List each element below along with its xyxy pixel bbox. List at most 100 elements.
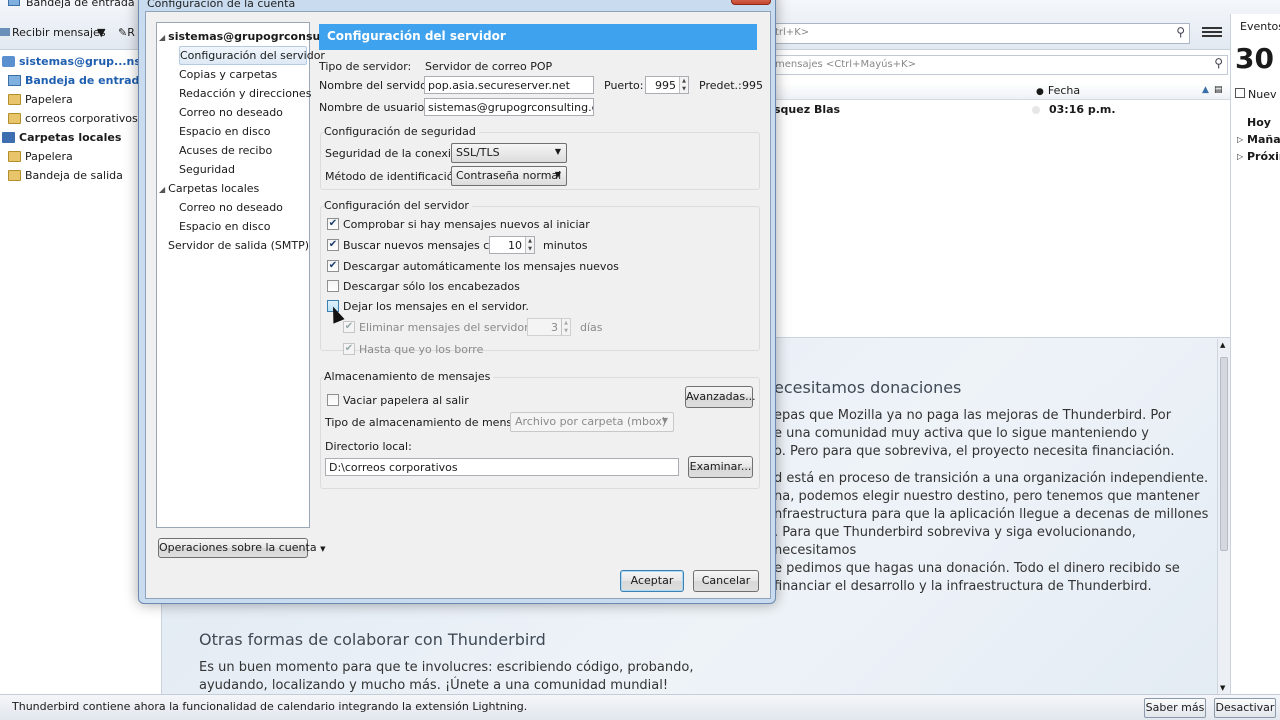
get-messages-button[interactable]: Recibir mensajes [0,26,106,39]
default-port-label: Predet.: [699,79,742,92]
port-label: Puerto: [604,79,644,92]
delete-after-label: Eliminar mensajes del servidor tras [359,321,554,334]
write-button[interactable]: ✎R [118,26,135,39]
status-message: Thunderbird contiene ahora la funcionali… [12,700,528,713]
check-every-checkbox[interactable]: ✔ [327,239,339,251]
tree-item-label: Redacción y direcciones [179,87,312,100]
until-deleted-checkbox[interactable]: ✔ [343,343,355,355]
content-scrollbar[interactable]: ▲ ▼ [1217,339,1230,694]
account-icon [2,56,15,67]
advanced-button[interactable]: Avanzadas... [685,386,756,408]
check-every-label[interactable]: Buscar nuevos mensajes cada [343,239,510,252]
tree-item[interactable]: Seguridad [179,160,307,179]
folder-item[interactable]: correos corporativos.avi [8,109,158,128]
server-settings-group-title: Configuración del servidor [324,199,472,212]
events-group-tomorrow[interactable]: ▷Mañan [1237,131,1280,148]
hamburger-menu-icon [1202,27,1222,37]
clock-icon: ● [1036,87,1044,97]
events-group-upcoming[interactable]: ▷Próxim [1237,148,1280,165]
folder-item[interactable]: Papelera [8,147,73,166]
check-startup-checkbox[interactable]: ✔ [327,218,339,230]
server-type-value: Servidor de correo POP [425,60,553,73]
ok-button[interactable]: Aceptar [620,570,684,592]
tree-item[interactable]: Redacción y direcciones [179,84,311,103]
folder-icon [8,113,21,124]
headers-only-checkbox[interactable] [327,280,339,292]
scroll-up-icon[interactable]: ▲ [1220,341,1225,349]
check-startup-label[interactable]: Comprobar si hay mensajes nuevos al inic… [343,218,590,231]
account-operations-button[interactable]: Operaciones sobre la cuenta ▼ [158,538,325,558]
delete-after-checkbox[interactable]: ✔ [343,321,355,333]
chevron-down-icon: ▼ [554,147,561,156]
tree-item-label: Acuses de recibo [179,144,273,157]
learn-more-button[interactable]: Saber más [1144,698,1206,718]
inbox-icon [8,0,20,6]
minutes-label: minutos [543,239,588,252]
tree-item[interactable]: Correo no deseado [179,198,307,217]
check-every-input[interactable]: 10 ▲ ▼ [489,236,535,254]
chevron-down-icon: ▼ [661,416,668,425]
date-column-header[interactable]: ● Fecha [1036,84,1080,97]
server-name-input[interactable]: pop.asia.secureserver.net [424,76,594,94]
browse-button[interactable]: Examinar... [688,456,753,478]
chevron-right-icon: ▷ [1237,135,1244,144]
storage-type-select[interactable]: Archivo por carpeta (mbox) ▼ [510,412,674,432]
port-spinner[interactable]: ▲ ▼ [679,77,688,93]
app-menu-button[interactable] [1202,24,1222,42]
chevron-down-icon: ▼ [554,170,561,179]
top-folder-row[interactable]: Bandeja de entrada [8,0,135,9]
quick-filter-input[interactable]: mensajes <Ctrl+Mayús+K> ⚲ [770,55,1228,75]
local-dir-input[interactable]: D:\correos corporativos [325,458,679,476]
empty-trash-label[interactable]: Vaciar papelera al salir [343,394,469,407]
get-messages-dropdown[interactable]: ▼ [97,26,105,39]
folder-item[interactable]: Papelera [8,90,73,109]
expand-twisty-icon[interactable]: ◢ [159,33,165,42]
tree-item[interactable]: ◢ Carpetas locales [159,179,307,198]
collaborate-paragraph: Es un buen momento para que te involucre… [199,660,694,693]
tree-item-selected[interactable]: Configuración del servidor [179,46,325,65]
dialog-body: ◢ sistemas@grupogrconsulti... Configuració… [145,11,771,599]
chevron-right-icon: ▷ [1237,152,1244,161]
events-pane: Eventos 30 Nuev Hoy ▷Mañan ▷Próxim [1230,14,1280,694]
leave-on-server-label[interactable]: Dejar los mensajes en el servidor. [343,300,529,313]
tree-item[interactable]: Acuses de recibo [179,141,307,160]
cancel-button[interactable]: Cancelar [693,570,759,592]
empty-trash-checkbox[interactable] [327,394,339,406]
headers-only-label[interactable]: Descargar sólo los encabezados [343,280,520,293]
connection-security-label: Seguridad de la conexión: [325,147,469,160]
folder-item[interactable]: Carpetas locales [2,128,121,147]
today-day-number: 30 [1235,42,1274,75]
scroll-down-icon[interactable]: ▼ [1220,684,1225,692]
tree-item[interactable]: ◢ sistemas@grupogrconsulti... [159,27,346,46]
expand-twisty-icon[interactable]: ◢ [159,185,165,194]
global-search-input[interactable]: trl+K> ⚲ [770,23,1190,44]
tree-item[interactable]: Espacio en disco [179,122,307,141]
tree-item-label: Espacio en disco [179,220,271,233]
search-icon: ⚲ [1214,56,1223,70]
security-group-title: Configuración de seguridad [324,125,479,138]
username-input[interactable]: sistemas@grupogrconsulting.com [424,98,594,116]
connection-security-select[interactable]: SSL/TLS ▼ [451,143,567,163]
close-button[interactable]: ✕ [731,0,771,5]
tree-item[interactable]: Servidor de salida (SMTP) [168,236,309,255]
delete-after-input[interactable]: 3 ▲ ▼ [527,318,571,336]
events-group-today[interactable]: Hoy [1247,114,1280,131]
auto-download-label[interactable]: Descargar automáticamente los mensajes n… [343,260,619,273]
column-picker-icon[interactable]: ▤ [1214,85,1223,95]
delete-after-spinner[interactable]: ▲ ▼ [561,319,570,335]
pencil-icon: ✎ [118,26,128,39]
events-tab[interactable]: Eventos [1240,20,1280,33]
tree-item-label: Copias y carpetas [179,68,278,81]
tree-item[interactable]: Correo no deseado [179,103,307,122]
scroll-thumb[interactable] [1220,357,1228,551]
port-input[interactable]: 995 ▲ ▼ [645,76,689,94]
folder-item[interactable]: Bandeja de salida [8,166,123,185]
tree-item[interactable]: Copias y carpetas [179,65,307,84]
auth-method-select[interactable]: Contraseña normal ▼ [451,166,567,186]
check-every-spinner[interactable]: ▲ ▼ [525,237,534,253]
new-event-button[interactable]: Nuev [1235,88,1276,101]
auto-download-checkbox[interactable]: ✔ [327,260,339,272]
disable-button[interactable]: Desactivar [1214,698,1276,718]
tree-item[interactable]: Espacio en disco [179,217,307,236]
folder-label: Papelera [25,150,73,163]
